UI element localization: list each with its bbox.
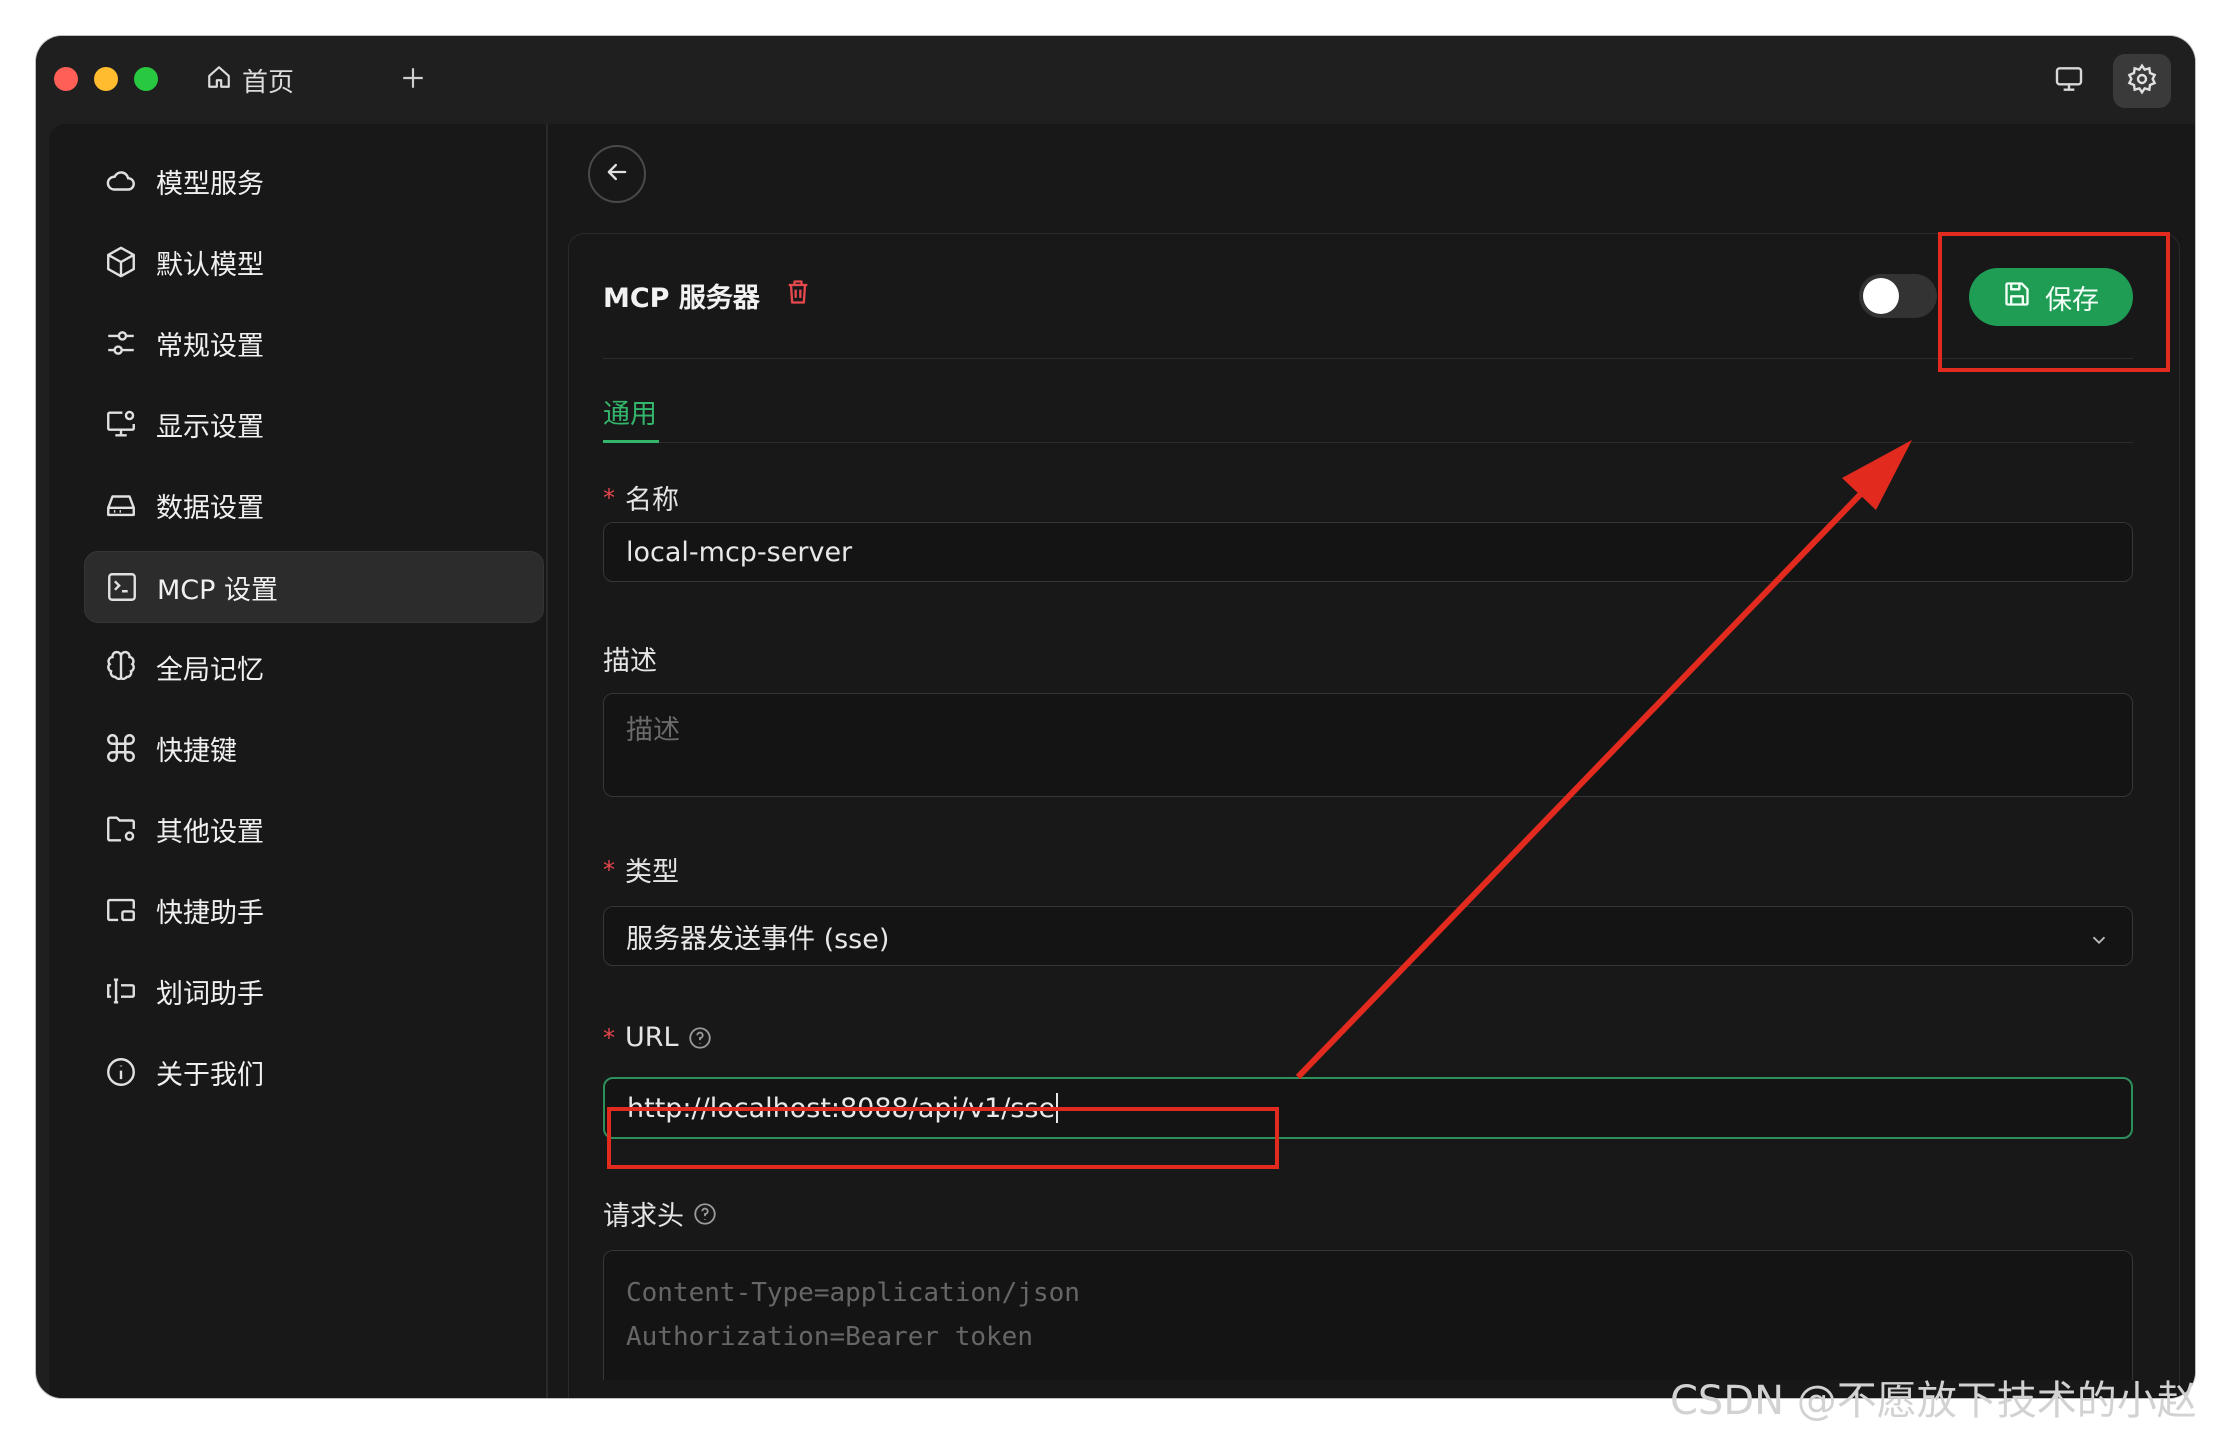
annotation-arrow (1295, 440, 1912, 1080)
watermark: CSDN @不愿放下技术的小赵 (1670, 1378, 2197, 1424)
